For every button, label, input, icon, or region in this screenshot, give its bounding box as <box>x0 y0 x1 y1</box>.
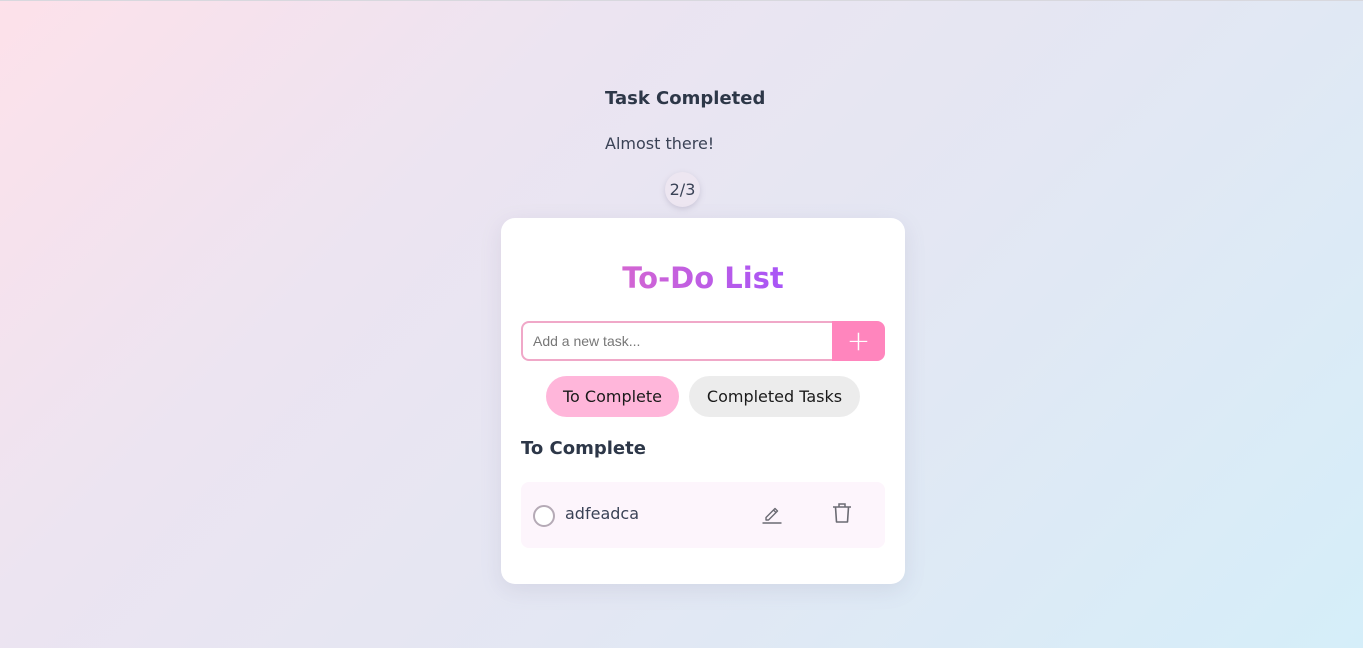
delete-button[interactable] <box>829 500 855 526</box>
page-title: To-Do List <box>501 260 905 296</box>
tab-to-complete[interactable]: To Complete <box>546 376 679 417</box>
status-title: Task Completed <box>605 88 766 109</box>
add-task-button[interactable]: + <box>832 321 885 361</box>
section-heading: To Complete <box>521 438 646 459</box>
trash-icon <box>833 503 851 523</box>
task-text: adfeadca <box>565 504 639 523</box>
edit-button[interactable] <box>759 500 785 526</box>
task-input[interactable] <box>521 321 832 361</box>
tab-bar: To Complete Completed Tasks <box>546 376 860 417</box>
tab-completed-tasks[interactable]: Completed Tasks <box>689 376 860 417</box>
status-message: Almost there! <box>605 134 715 153</box>
todo-card: To-Do List + To Complete Completed Tasks… <box>501 218 905 584</box>
progress-counter: 2/3 <box>665 172 700 207</box>
task-checkbox[interactable] <box>533 505 555 527</box>
status-area: Task Completed Almost there! <box>605 88 905 153</box>
list-item: adfeadca <box>521 482 885 548</box>
top-divider <box>0 0 1363 1</box>
add-task-row: + <box>521 321 885 361</box>
pencil-icon <box>762 507 782 524</box>
